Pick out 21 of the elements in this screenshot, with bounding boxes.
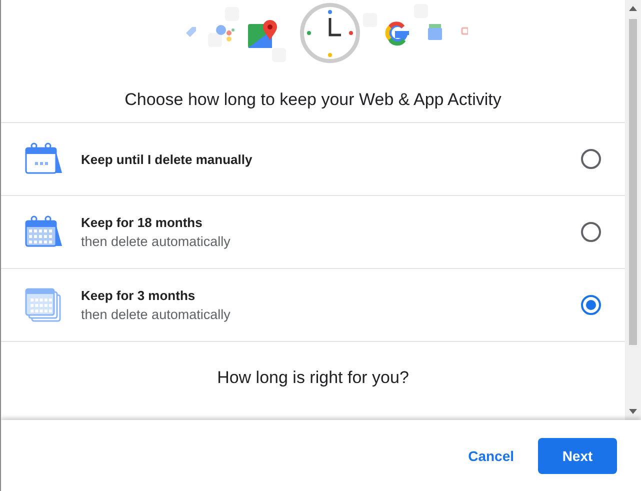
scrollbar-thumb[interactable] [629,19,637,345]
option-row[interactable]: Keep for 18 months then delete automatically [1,196,625,269]
option-description: then delete automatically [81,307,232,322]
radio-button[interactable] [581,149,601,169]
cancel-button[interactable]: Cancel [464,440,518,472]
next-button[interactable]: Next [538,438,617,474]
option-label: Keep for 18 months [81,215,204,230]
radio-button[interactable] [581,222,601,242]
question-heading: How long is right for you? [216,367,410,388]
radio-button[interactable] [581,295,601,315]
scrollbar[interactable] [625,0,641,420]
option-row[interactable]: Keep until I delete manually [1,123,625,196]
calendar-icon [25,142,65,176]
scroll-down-icon[interactable] [629,409,637,414]
option-label: Keep until I delete manually [81,152,254,166]
scroll-up-icon[interactable] [629,6,637,11]
option-row[interactable]: Keep for 3 months then delete automatically [1,269,625,342]
calendar-icon [25,215,65,249]
option-description: then delete automatically [81,234,232,249]
option-label: Keep for 3 months [81,288,196,303]
dialog-title: Choose how long to keep your Web & App Activity [124,89,502,111]
